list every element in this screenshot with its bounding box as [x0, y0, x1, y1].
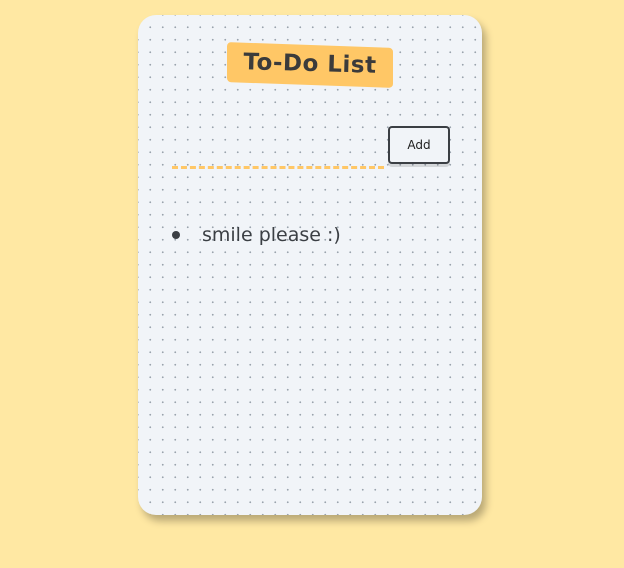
add-button[interactable]: Add — [388, 126, 450, 164]
task-text: smile please :) — [202, 224, 341, 246]
bullet-icon — [172, 231, 180, 239]
page-title: To-Do List — [243, 49, 377, 79]
todo-card: To-Do List Add smile please :) — [138, 15, 482, 515]
list-item[interactable]: smile please :) — [168, 221, 341, 249]
task-list: smile please :) — [168, 221, 341, 249]
title-banner: To-Do List — [227, 42, 393, 88]
task-input[interactable] — [172, 145, 384, 169]
